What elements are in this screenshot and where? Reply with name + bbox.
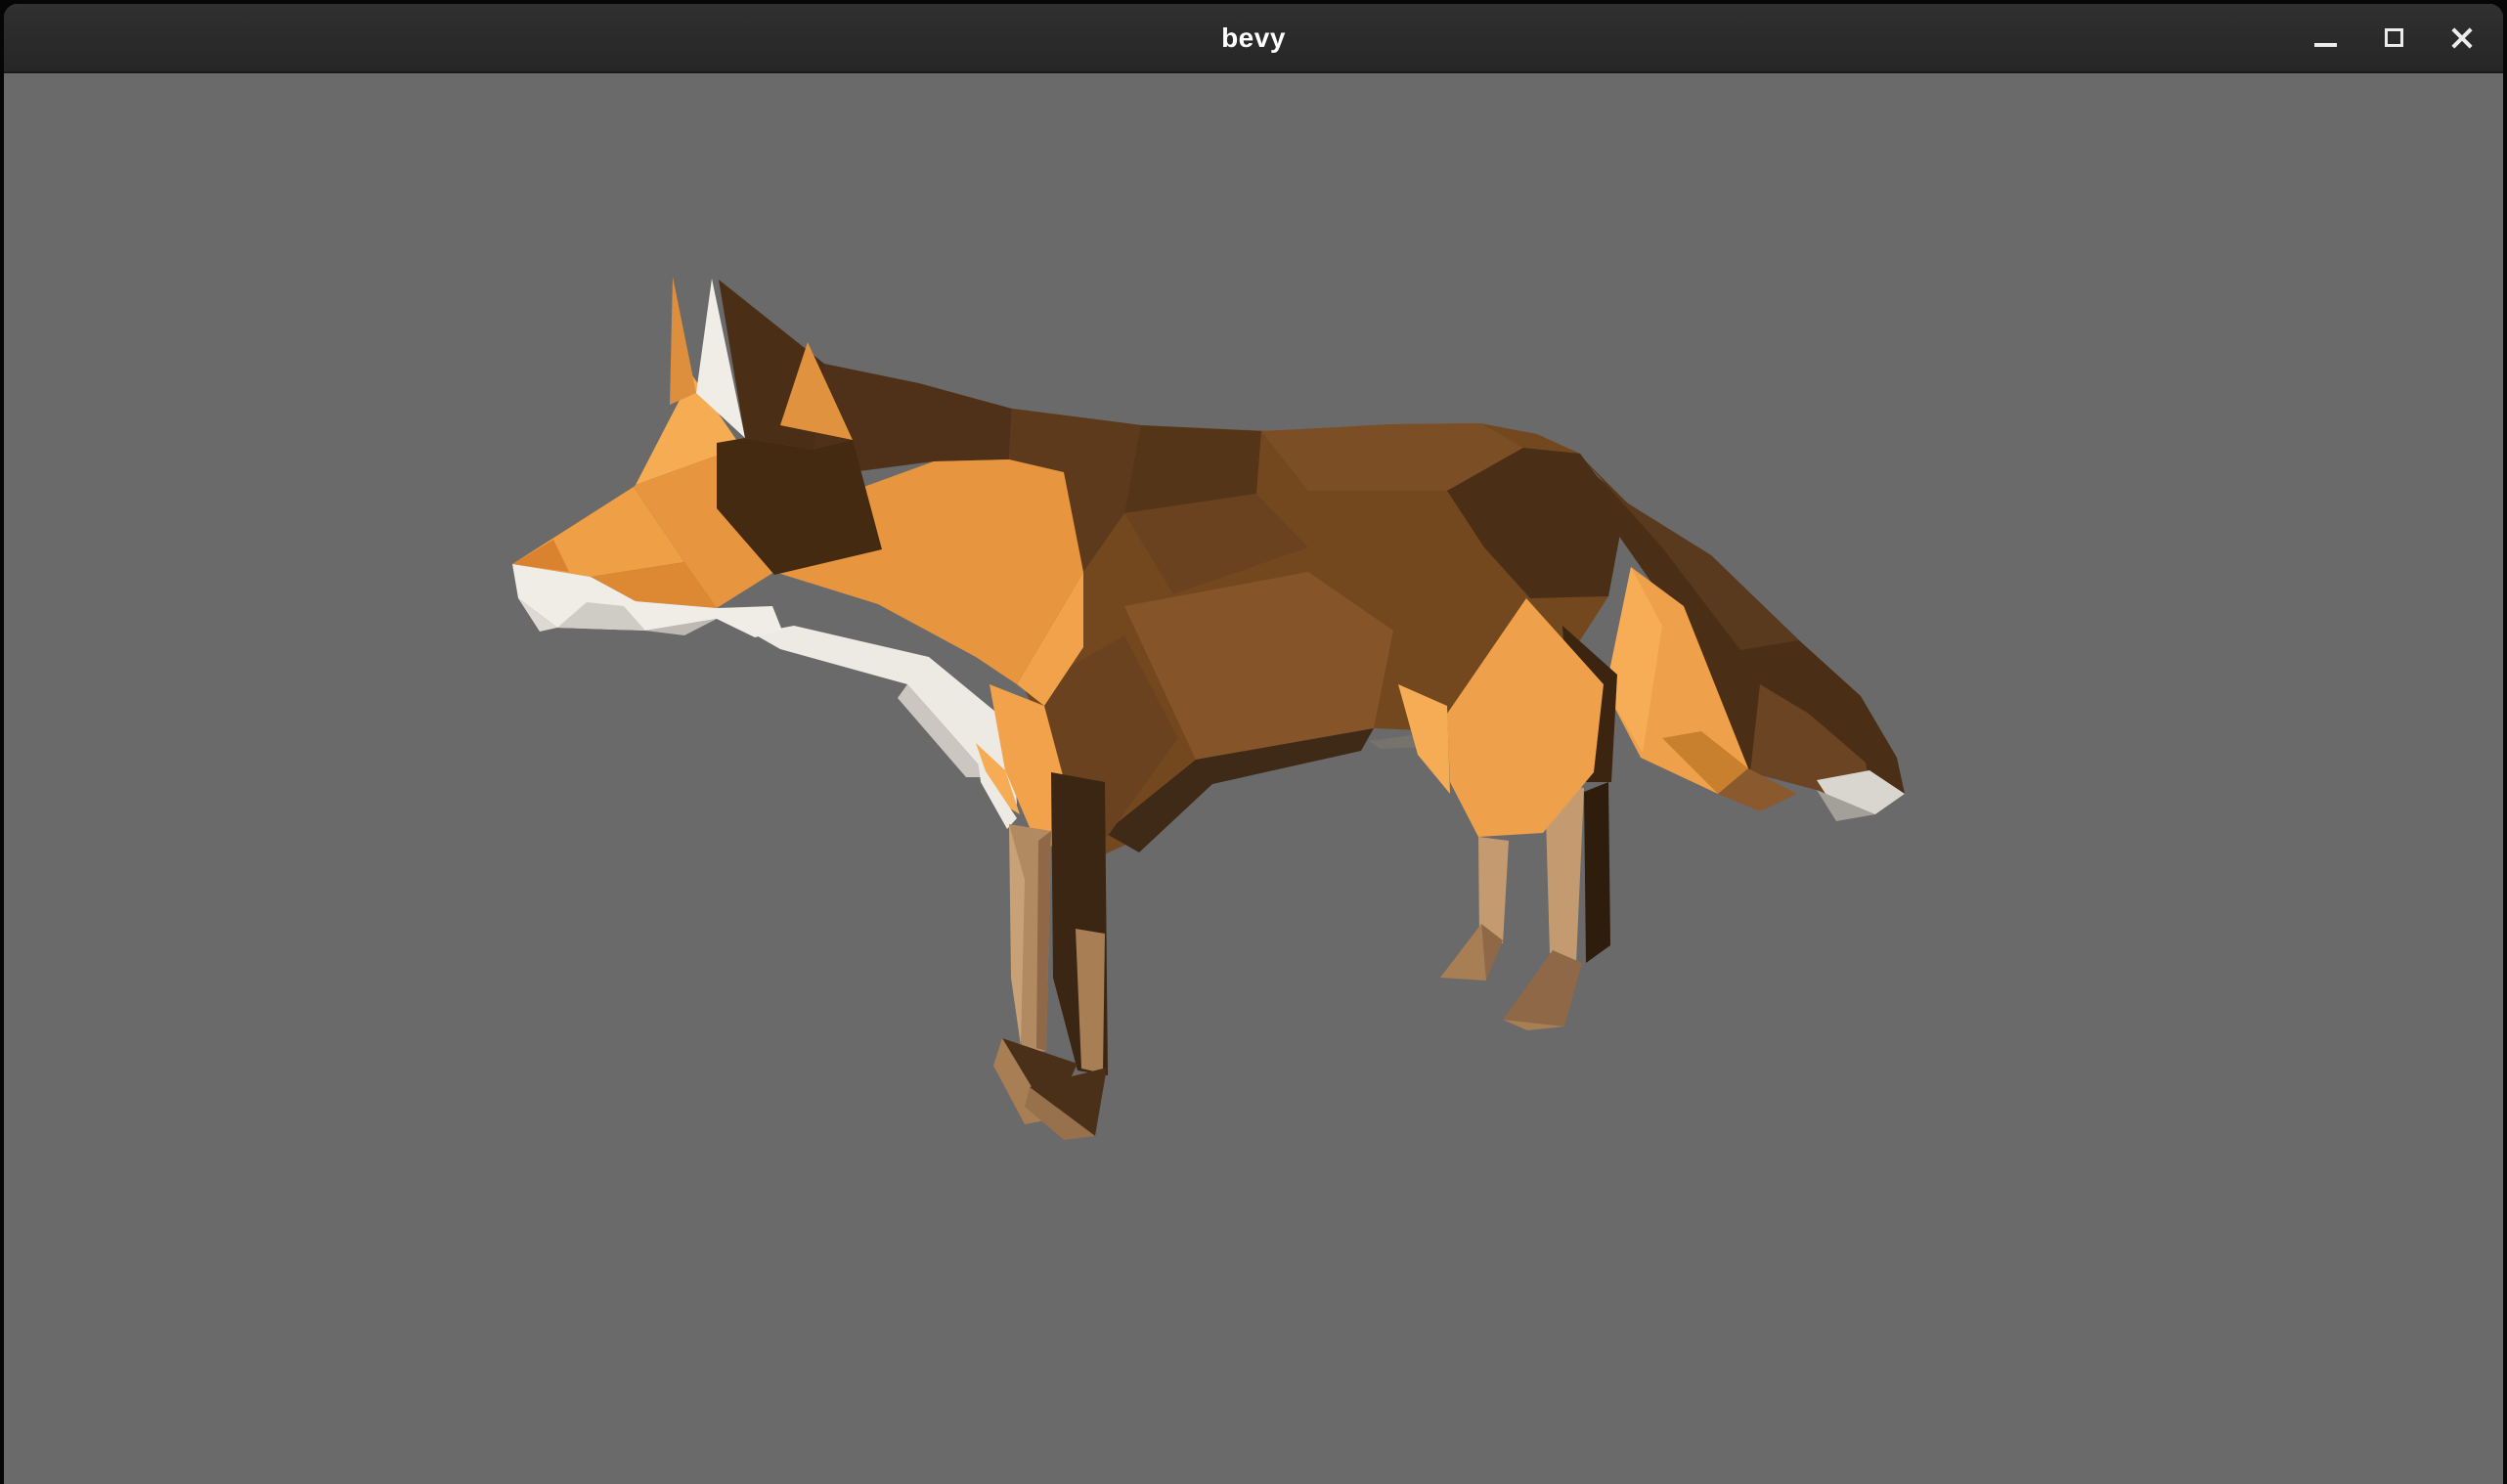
- window-controls: [2308, 4, 2480, 71]
- fox-facet: [670, 277, 696, 405]
- minimize-icon: [2314, 43, 2337, 47]
- close-button[interactable]: [2444, 21, 2480, 56]
- fox-model: [4, 75, 2503, 1484]
- fox-facet: [1503, 950, 1582, 1026]
- 3d-viewport[interactable]: [4, 75, 2503, 1484]
- fox-facet: [1440, 924, 1486, 981]
- titlebar[interactable]: bevy: [4, 4, 2503, 73]
- fox-facet: [1584, 782, 1610, 963]
- fox-facet: [1036, 831, 1051, 1051]
- close-icon: [2450, 26, 2474, 50]
- maximize-icon: [2385, 28, 2403, 47]
- maximize-button[interactable]: [2376, 21, 2411, 56]
- bevy-window: bevy: [4, 4, 2503, 1484]
- minimize-button[interactable]: [2308, 21, 2343, 56]
- window-title: bevy: [1221, 22, 1286, 54]
